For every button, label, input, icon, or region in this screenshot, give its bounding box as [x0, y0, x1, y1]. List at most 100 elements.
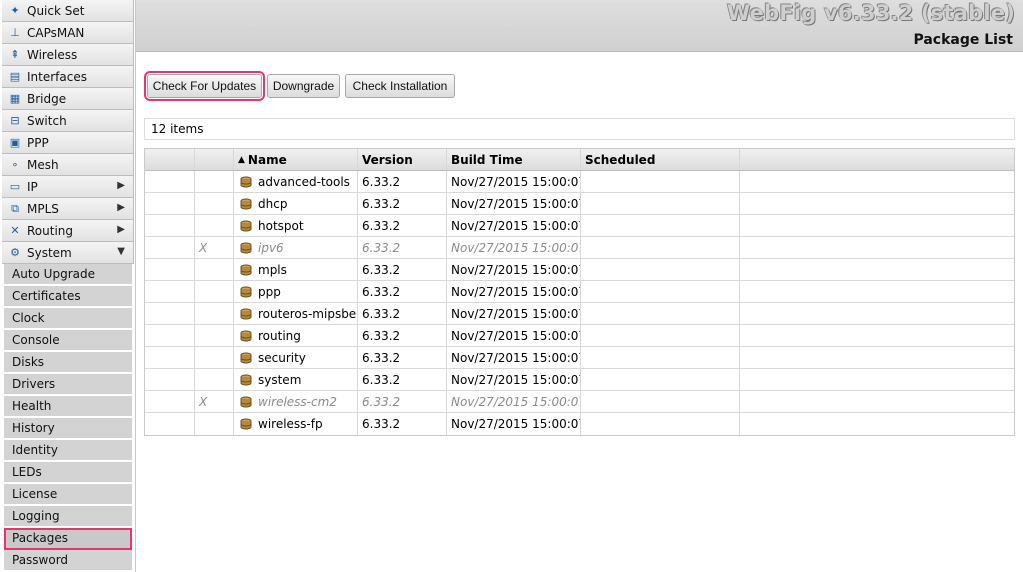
- sidebar-subitem-clock[interactable]: Clock: [4, 308, 132, 330]
- sidebar-subitem-history[interactable]: History: [4, 418, 132, 440]
- cell-select[interactable]: [145, 325, 195, 346]
- sidebar-item-routing[interactable]: ✕ Routing ▶: [2, 220, 134, 242]
- column-header-build-time[interactable]: Build Time: [447, 149, 581, 170]
- column-header-name-label: Name: [247, 152, 287, 167]
- sidebar-item-quick-set[interactable]: ✦ Quick Set: [2, 0, 134, 22]
- cell-build-time: Nov/27/2015 15:00:07: [447, 237, 581, 258]
- check-for-updates-button[interactable]: Check For Updates: [144, 71, 265, 101]
- table-row[interactable]: Xwireless-cm2 6.33.2 Nov/27/2015 15:00:07: [145, 391, 1014, 413]
- check-installation-button[interactable]: Check Installation: [345, 74, 455, 98]
- column-header-flags[interactable]: [145, 149, 195, 170]
- sidebar-item-label: CAPsMAN: [27, 25, 85, 40]
- routing-icon: ✕: [10, 224, 20, 237]
- cell-select[interactable]: [145, 171, 195, 192]
- package-name: routing: [258, 328, 301, 343]
- cell-select[interactable]: [145, 391, 195, 412]
- sidebar-item-wireless[interactable]: ⇞ Wireless: [2, 44, 134, 66]
- sidebar-item-label: PPP: [27, 135, 49, 150]
- column-header-scheduled[interactable]: Scheduled: [581, 149, 740, 170]
- cell-select[interactable]: [145, 369, 195, 390]
- table-row[interactable]: hotspot 6.33.2 Nov/27/2015 15:00:07: [145, 215, 1014, 237]
- sidebar-subitem-license[interactable]: License: [4, 484, 132, 506]
- cell-name[interactable]: ipv6: [234, 237, 358, 258]
- column-header-version[interactable]: Version: [358, 149, 447, 170]
- cell-scheduled: [581, 281, 740, 302]
- sidebar-item-ip[interactable]: ▭ IP ▶: [2, 176, 134, 198]
- cell-name[interactable]: ppp: [234, 281, 358, 302]
- sidebar-subitem-packages[interactable]: Packages: [4, 528, 132, 550]
- cell-name[interactable]: security: [234, 347, 358, 368]
- cell-name[interactable]: wireless-cm2: [234, 391, 358, 412]
- cell-select[interactable]: [145, 193, 195, 214]
- sidebar-subitem-console[interactable]: Console: [4, 330, 132, 352]
- bridge-icon: ▦: [9, 92, 21, 105]
- cell-select[interactable]: [145, 259, 195, 280]
- downgrade-button[interactable]: Downgrade: [267, 74, 340, 98]
- cell-select[interactable]: [145, 413, 195, 435]
- cell-filler: [740, 171, 1014, 192]
- cell-version: 6.33.2: [358, 281, 447, 302]
- table-row[interactable]: security 6.33.2 Nov/27/2015 15:00:07: [145, 347, 1014, 369]
- sidebar-item-bridge[interactable]: ▦ Bridge: [2, 88, 134, 110]
- cell-select[interactable]: [145, 281, 195, 302]
- sidebar-item-mesh[interactable]: ∘ Mesh: [2, 154, 134, 176]
- sidebar-item-switch[interactable]: ⊟ Switch: [2, 110, 134, 132]
- table-row[interactable]: wireless-fp 6.33.2 Nov/27/2015 15:00:07: [145, 413, 1014, 435]
- sidebar-subitem-auto-upgrade[interactable]: Auto Upgrade: [4, 264, 132, 286]
- cell-select[interactable]: [145, 237, 195, 258]
- table-row[interactable]: advanced-tools 6.33.2 Nov/27/2015 15:00:07: [145, 171, 1014, 193]
- cell-select[interactable]: [145, 347, 195, 368]
- cell-scheduled: [581, 347, 740, 368]
- package-icon: [240, 286, 252, 297]
- sidebar-item-capsman[interactable]: ⊥ CAPsMAN: [2, 22, 134, 44]
- sidebar-item-label: System: [27, 245, 72, 260]
- cell-name[interactable]: system: [234, 369, 358, 390]
- cell-disabled-flag: [195, 325, 234, 346]
- table-row[interactable]: ppp 6.33.2 Nov/27/2015 15:00:07: [145, 281, 1014, 303]
- package-name: mpls: [258, 262, 287, 277]
- cell-name[interactable]: routeros-mipsbe: [234, 303, 358, 324]
- sidebar-subitem-drivers[interactable]: Drivers: [4, 374, 132, 396]
- table-row[interactable]: mpls 6.33.2 Nov/27/2015 15:00:07: [145, 259, 1014, 281]
- sidebar-subitem-certificates[interactable]: Certificates: [4, 286, 132, 308]
- cell-name[interactable]: dhcp: [234, 193, 358, 214]
- cell-build-time: Nov/27/2015 15:00:07: [447, 391, 581, 412]
- sidebar-item-label: Wireless: [27, 47, 78, 62]
- sidebar-item-label: Bridge: [27, 91, 67, 106]
- cell-disabled-flag: [195, 259, 234, 280]
- table-row[interactable]: routeros-mipsbe 6.33.2 Nov/27/2015 15:00:0…: [145, 303, 1014, 325]
- sidebar-item-system[interactable]: ⚙ System ▼: [2, 242, 134, 264]
- table-row[interactable]: routing 6.33.2 Nov/27/2015 15:00:07: [145, 325, 1014, 347]
- cell-name[interactable]: wireless-fp: [234, 413, 358, 435]
- sidebar-subitem-identity[interactable]: Identity: [4, 440, 132, 462]
- sidebar-item-interfaces[interactable]: ▤ Interfaces: [2, 66, 134, 88]
- column-header-disabled[interactable]: [195, 149, 234, 170]
- cell-name[interactable]: routing: [234, 325, 358, 346]
- cell-disabled-flag: [195, 215, 234, 236]
- sidebar-subitem-leds[interactable]: LEDs: [4, 462, 132, 484]
- sidebar-item-ppp[interactable]: ▣ PPP: [2, 132, 134, 154]
- table-row[interactable]: dhcp 6.33.2 Nov/27/2015 15:00:07: [145, 193, 1014, 215]
- cell-select[interactable]: [145, 215, 195, 236]
- sidebar-item-label: IP: [27, 179, 38, 194]
- sidebar-subitem-password[interactable]: Password: [4, 550, 132, 572]
- cell-name[interactable]: hotspot: [234, 215, 358, 236]
- column-header-name[interactable]: ▲ Name: [234, 149, 358, 170]
- package-name: ipv6: [258, 240, 284, 255]
- sidebar-item-label: Mesh: [27, 157, 59, 172]
- wireless-icon: ⇞: [10, 48, 20, 61]
- cell-scheduled: [581, 413, 740, 435]
- sidebar-subitem-disks[interactable]: Disks: [4, 352, 132, 374]
- sidebar-subitem-logging[interactable]: Logging: [4, 506, 132, 528]
- cell-scheduled: [581, 325, 740, 346]
- gear-icon: ⚙: [10, 246, 20, 259]
- sidebar-subitem-health[interactable]: Health: [4, 396, 132, 418]
- cell-name[interactable]: advanced-tools: [234, 171, 358, 192]
- cell-name[interactable]: mpls: [234, 259, 358, 280]
- sidebar-item-mpls[interactable]: ⧉ MPLS ▶: [2, 198, 134, 220]
- cell-select[interactable]: [145, 303, 195, 324]
- table-row[interactable]: system 6.33.2 Nov/27/2015 15:00:07: [145, 369, 1014, 391]
- table-row[interactable]: Xipv6 6.33.2 Nov/27/2015 15:00:07: [145, 237, 1014, 259]
- package-table: ▲ Name Version Build Time Scheduled adva…: [144, 148, 1015, 436]
- sidebar-menu: ✦ Quick Set ⊥ CAPsMAN ⇞ Wireless ▤ Interfaces ▦ B…: [0, 0, 136, 572]
